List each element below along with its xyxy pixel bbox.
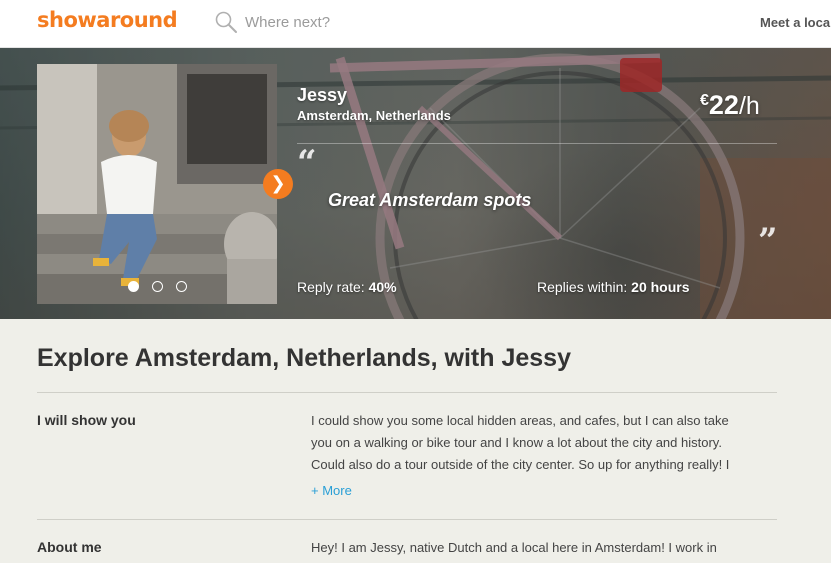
section-label-about-me: About me bbox=[37, 539, 102, 555]
search-icon[interactable] bbox=[214, 10, 238, 34]
text-line: you on a walking or bike tour and I know… bbox=[311, 435, 722, 450]
hero-divider bbox=[297, 143, 777, 144]
price-unit: /h bbox=[738, 92, 760, 120]
divider bbox=[37, 519, 777, 520]
section-text-i-will-show-you: I could show you some local hidden areas… bbox=[311, 410, 766, 476]
more-link[interactable]: + More bbox=[311, 483, 352, 498]
text-line: Could also do a tour outside of the city… bbox=[311, 457, 730, 472]
quote-open-icon: “ bbox=[297, 143, 317, 183]
carousel-dot-3[interactable] bbox=[176, 281, 187, 292]
replies-within: Replies within: 20 hours bbox=[537, 279, 690, 295]
price-currency: € bbox=[700, 92, 709, 109]
carousel-dot-2[interactable] bbox=[152, 281, 163, 292]
reply-rate-label: Reply rate: bbox=[297, 279, 365, 295]
replies-within-value: 20 hours bbox=[631, 279, 690, 295]
search-input[interactable] bbox=[245, 10, 545, 34]
section-label-i-will-show-you: I will show you bbox=[37, 412, 136, 428]
page-title: Explore Amsterdam, Netherlands, with Jes… bbox=[37, 344, 571, 372]
chevron-right-icon: ❯ bbox=[270, 173, 286, 193]
quote-close-icon: ” bbox=[758, 221, 778, 261]
host-location: Amsterdam, Netherlands bbox=[297, 108, 451, 123]
text-line: I could show you some local hidden areas… bbox=[311, 413, 729, 428]
text-line: Hey! I am Jessy, native Dutch and a loca… bbox=[311, 540, 717, 555]
host-photo[interactable] bbox=[37, 64, 277, 304]
hourly-price: €22/h bbox=[700, 90, 760, 121]
reply-rate-value: 40% bbox=[368, 279, 397, 295]
divider bbox=[37, 392, 777, 393]
reply-rate: Reply rate: 40% bbox=[297, 279, 397, 295]
carousel-next-button[interactable]: ❯ bbox=[263, 169, 293, 199]
replies-within-label: Replies within: bbox=[537, 279, 628, 295]
meet-local-link[interactable]: Meet a loca bbox=[760, 15, 830, 30]
host-tagline: Great Amsterdam spots bbox=[328, 190, 532, 210]
carousel-dot-1[interactable] bbox=[128, 281, 139, 292]
carousel-dots bbox=[128, 281, 187, 292]
site-header: showaround Meet a loca bbox=[0, 0, 831, 48]
host-name[interactable]: Jessy bbox=[297, 85, 347, 106]
hero-banner: ❯ Jessy Amsterdam, Netherlands €22/h “ G… bbox=[0, 48, 831, 319]
price-amount: 22 bbox=[708, 90, 739, 120]
logo[interactable]: showaround bbox=[37, 8, 178, 32]
section-text-about-me: Hey! I am Jessy, native Dutch and a loca… bbox=[311, 537, 766, 559]
